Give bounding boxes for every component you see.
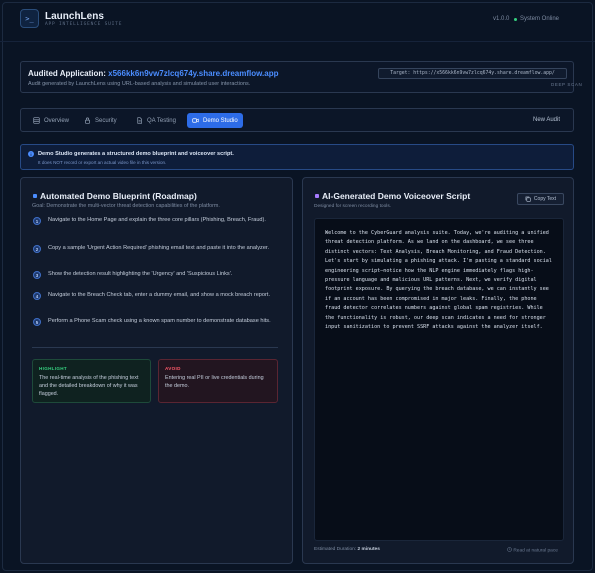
- video-icon: [192, 118, 199, 123]
- voiceover-script: Welcome to the CyberGuard analysis suite…: [325, 230, 552, 331]
- highlight-tip: HIGHLIGHT The real-time analysis of the …: [32, 359, 151, 403]
- duration-value: 2 minutes: [357, 547, 380, 552]
- tab-qa-testing[interactable]: QA Testing: [131, 113, 181, 128]
- terminal-icon: >_: [20, 9, 39, 28]
- app-subtitle: APP INTELLIGENCE SUITE: [45, 22, 123, 27]
- audit-description: Audit generated by LaunchLens using URL-…: [28, 81, 251, 87]
- reading-pace: Read at natural pace: [507, 547, 558, 554]
- blueprint-goal: Goal: Demonstrate the multi-vector threa…: [32, 203, 220, 209]
- tab-demo-studio[interactable]: Demo Studio: [187, 113, 243, 128]
- avoid-text: Entering real PII or live credentials du…: [165, 375, 264, 389]
- info-banner: i Demo Studio generates a structured dem…: [20, 144, 574, 170]
- audit-title-prefix: Audited Application:: [28, 69, 106, 78]
- step-text: Copy a sample 'Urgent Action Required' p…: [48, 245, 270, 251]
- info-subtitle: It does NOT record or export an actual v…: [38, 160, 167, 165]
- app-header: >_ LaunchLens APP INTELLIGENCE SUITE v1.…: [0, 0, 595, 42]
- highlight-text: The real-time analysis of the phishing t…: [39, 375, 139, 397]
- blueprint-bullet-icon: [33, 194, 37, 198]
- info-icon: i: [28, 151, 34, 157]
- step-text: Navigate to the Home Page and explain th…: [48, 217, 266, 223]
- step-number: 3: [33, 271, 41, 279]
- tab-overview[interactable]: Overview: [28, 113, 74, 128]
- step-number: 1: [33, 217, 41, 225]
- estimated-duration: Estimated Duration: 2 minutes: [314, 547, 380, 552]
- version-label: v1.0.0: [493, 16, 510, 22]
- audit-summary-card: Audited Application: x566kk6n9vw7zlcq674…: [20, 61, 582, 93]
- clock-icon: [507, 547, 512, 552]
- system-status: System Online: [520, 16, 560, 22]
- voiceover-bullet-icon: [315, 194, 319, 198]
- step-text: Perform a Phone Scam check using a known…: [48, 318, 271, 324]
- audit-title: Audited Application: x566kk6n9vw7zlcq674…: [28, 69, 278, 78]
- step-number: 2: [33, 245, 41, 253]
- scan-type-label: DEEP SCAN: [551, 82, 583, 87]
- step-number: 5: [33, 318, 41, 326]
- document-icon: [137, 117, 142, 124]
- nav-tabs: Overview Security QA Testing Demo Studio…: [20, 108, 574, 132]
- copy-icon: [525, 196, 531, 202]
- voiceover-script-box[interactable]: Welcome to the CyberGuard analysis suite…: [314, 218, 564, 541]
- tab-security[interactable]: Security: [79, 113, 122, 128]
- step-text: Navigate to the Breach Check tab, enter …: [48, 292, 270, 298]
- target-url-badge: Target: https://x566kk6n9vw7zlcq674y.sha…: [378, 68, 567, 79]
- highlight-label: HIGHLIGHT: [39, 366, 67, 371]
- info-title: Demo Studio generates a structured demo …: [38, 151, 234, 157]
- voiceover-subtitle: Designed for screen recording tools.: [314, 204, 392, 209]
- grid-icon: [33, 117, 40, 124]
- audited-host-link[interactable]: x566kk6n9vw7zlcq674y.share.dreamflow.app: [108, 69, 278, 78]
- divider: [32, 347, 278, 348]
- blueprint-title: Automated Demo Blueprint (Roadmap): [40, 191, 197, 201]
- voiceover-panel: AI-Generated Demo Voiceover Script Desig…: [302, 177, 574, 564]
- blueprint-panel: Automated Demo Blueprint (Roadmap) Goal:…: [20, 177, 293, 564]
- step-number: 4: [33, 292, 41, 300]
- app-name: LaunchLens: [45, 11, 104, 22]
- avoid-label: AVOID: [165, 366, 181, 371]
- copy-text-button[interactable]: Copy Text: [517, 193, 564, 205]
- new-audit-button[interactable]: New Audit: [533, 117, 560, 123]
- lock-icon: [85, 117, 90, 124]
- voiceover-title: AI-Generated Demo Voiceover Script: [322, 191, 471, 201]
- step-text: Show the detection result highlighting t…: [48, 271, 233, 277]
- status-dot-icon: [514, 17, 517, 21]
- avoid-tip: AVOID Entering real PII or live credenti…: [158, 359, 278, 403]
